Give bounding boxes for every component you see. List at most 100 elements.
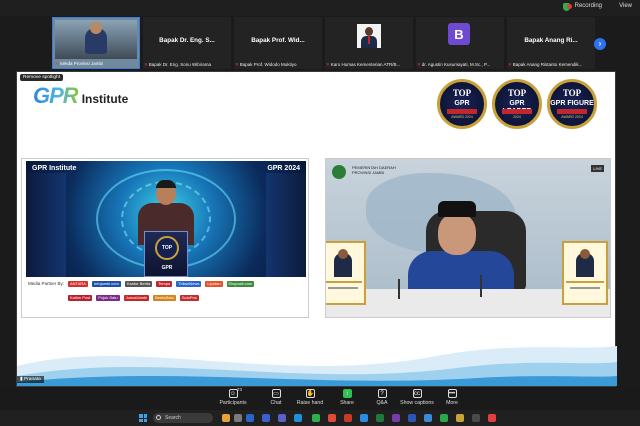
- photo-tie: [368, 36, 370, 44]
- certificate-line: [328, 287, 358, 289]
- certificate-line: [566, 281, 604, 283]
- badge-ribbon: [447, 109, 477, 114]
- badge-line1: TOP: [507, 88, 527, 98]
- excel-icon[interactable]: [376, 414, 384, 422]
- mic-muted-icon: ✕: [326, 62, 330, 67]
- stage-side-left: [26, 173, 66, 277]
- word-icon[interactable]: [262, 414, 270, 422]
- badge-line1: TOP: [452, 88, 472, 98]
- sponsor-logo: TribunNews: [176, 281, 202, 287]
- participant-name: Bapak Anang Ri...: [524, 37, 578, 44]
- participant-tile[interactable]: B ✕dr. Agustin Kusumayati, M.Sc., P...: [416, 17, 504, 69]
- app-icon[interactable]: [408, 414, 416, 422]
- taskbar-search[interactable]: Search: [153, 413, 213, 423]
- certificate-line: [326, 281, 362, 283]
- remove-spotlight-button[interactable]: Remove spotlight: [20, 74, 64, 81]
- edge-icon[interactable]: [294, 414, 302, 422]
- sponsor-row: ANTARA Infojambi.com Kantor Berita Tempo…: [68, 281, 255, 287]
- windows-start-icon[interactable]: [139, 414, 147, 422]
- podium: TOP GPR: [144, 231, 188, 277]
- award-badge: TOP GPR FIGURE AWARD 2024: [547, 79, 597, 129]
- award-certificate: [326, 241, 366, 305]
- sponsor-logo: Pojok Satu: [96, 295, 120, 301]
- participant-name: Bapak Prof. Wid...: [251, 37, 305, 44]
- logo-text: Institute: [81, 92, 129, 106]
- powerpoint-icon[interactable]: [344, 414, 352, 422]
- badge-line3: 2024: [513, 115, 521, 119]
- participant-strip: ✕Sekda Provinsi Jambi Bapak Dr. Eng. S..…: [52, 17, 600, 69]
- certificate-line: [570, 287, 600, 289]
- app-icon[interactable]: [440, 414, 448, 422]
- participant-caption: ✕Bapak Dr. Eng. Sonu Wibirama: [144, 62, 212, 67]
- zoom-window: Recording View ✕Sekda Provinsi Jambi Bap…: [0, 0, 640, 426]
- app-icon[interactable]: [246, 414, 254, 422]
- live-logo: LIVE: [591, 165, 604, 172]
- participant-caption: ✕Sekda Provinsi Jambi: [55, 61, 104, 66]
- speaker-peci: [438, 201, 476, 217]
- speaker-video: PEMERINTAH DAERAH PROVINSI JAMBI LIVE: [325, 158, 611, 318]
- chrome-icon[interactable]: [328, 414, 336, 422]
- teams-icon[interactable]: [278, 414, 286, 422]
- mic-muted-icon: ✕: [235, 62, 239, 67]
- podium-badge: TOP GPR: [155, 236, 179, 271]
- participant-tile[interactable]: ✕Karo Humas Kementerian ATR/B...: [325, 17, 413, 69]
- media-partner-label: Media Partner By:: [28, 281, 65, 286]
- logo-mark: GPR: [33, 83, 79, 108]
- participant-caption: ✕Bapak Prof. Widodo Muktiyo: [235, 62, 297, 67]
- app-icon[interactable]: [424, 414, 432, 422]
- mic-muted-icon: ✕: [417, 62, 421, 67]
- sponsor-logo: JurnalJambi: [123, 295, 150, 301]
- sponsor-logo: BeritaSatu: [153, 295, 176, 301]
- app-icon[interactable]: [392, 414, 400, 422]
- hand-icon: ✋: [305, 389, 315, 398]
- certificate-head: [580, 249, 590, 259]
- file-explorer-icon[interactable]: [222, 414, 230, 422]
- search-icon: [156, 415, 161, 420]
- badge-line2: GPR FIGURE: [550, 100, 594, 107]
- participant-tile[interactable]: Bapak Anang Ri... ✕Bapak Anang Ristanto …: [507, 17, 595, 69]
- next-page-chevron-icon[interactable]: ›: [594, 38, 606, 50]
- award-badge: TOP GPR AWARD 2024: [437, 79, 487, 129]
- recording-dot-icon: [566, 3, 572, 9]
- view-button[interactable]: View: [619, 3, 632, 9]
- participant-caption: ✕Karo Humas Kementerian ATR/B...: [326, 62, 401, 67]
- participant-tile[interactable]: Bapak Prof. Wid... ✕Bapak Prof. Widodo M…: [234, 17, 322, 69]
- participant-name: Bapak Dr. Eng. S...: [159, 37, 215, 44]
- participant-tile[interactable]: Bapak Dr. Eng. S... ✕Bapak Dr. Eng. Sonu…: [143, 17, 231, 69]
- more-label: More: [446, 400, 458, 406]
- app-icon[interactable]: [456, 414, 464, 422]
- app-icon[interactable]: [488, 414, 496, 422]
- more-dots-icon: •••: [447, 389, 457, 398]
- participants-button[interactable]: ☺ 73 Participants: [211, 387, 255, 406]
- app-icon[interactable]: [234, 414, 242, 422]
- decorative-wave: [17, 346, 617, 386]
- participant-caption: ✕dr. Agustin Kusumayati, M.Sc., P...: [417, 62, 491, 67]
- award-certificate: [562, 241, 608, 305]
- participant-tile[interactable]: ✕Sekda Provinsi Jambi: [52, 17, 140, 69]
- mic-muted-icon: ✕: [144, 62, 148, 67]
- badge-line3: AWARD 2024: [451, 115, 473, 119]
- award-badge: TOP GPR LEADER 2024: [492, 79, 542, 129]
- app-icon[interactable]: [472, 414, 480, 422]
- gpr-institute-logo: GPR Institute: [33, 83, 129, 108]
- zoom-icon[interactable]: [360, 414, 368, 422]
- speaker-face: [438, 213, 476, 255]
- stage-logo-left: GPR Institute: [32, 165, 77, 172]
- badge-line3: AWARD 2024: [561, 115, 583, 119]
- host-hair: [156, 180, 176, 188]
- badge-ribbon: [502, 109, 532, 114]
- more-button[interactable]: ••• More: [430, 387, 474, 406]
- stage-logo-right: GPR 2024: [267, 165, 300, 172]
- whatsapp-icon[interactable]: [312, 414, 320, 422]
- recording-label: Recording: [574, 3, 602, 9]
- mic-muted-icon: ✕: [55, 61, 59, 66]
- share-icon: ↑: [342, 389, 352, 398]
- recording-indicator[interactable]: Recording: [566, 3, 602, 9]
- sponsor-logo: Liputan: [205, 281, 223, 287]
- search-placeholder: Search: [165, 415, 181, 421]
- badge-line1: TOP: [562, 88, 582, 98]
- participant-photo: [357, 24, 381, 48]
- sponsor-logo: Kantor Berita: [124, 281, 153, 287]
- sponsor-row: Kaltim Post Pojok Satu JurnalJambi Berit…: [68, 295, 199, 301]
- sponsor-logo: Infojambi.com: [91, 281, 121, 287]
